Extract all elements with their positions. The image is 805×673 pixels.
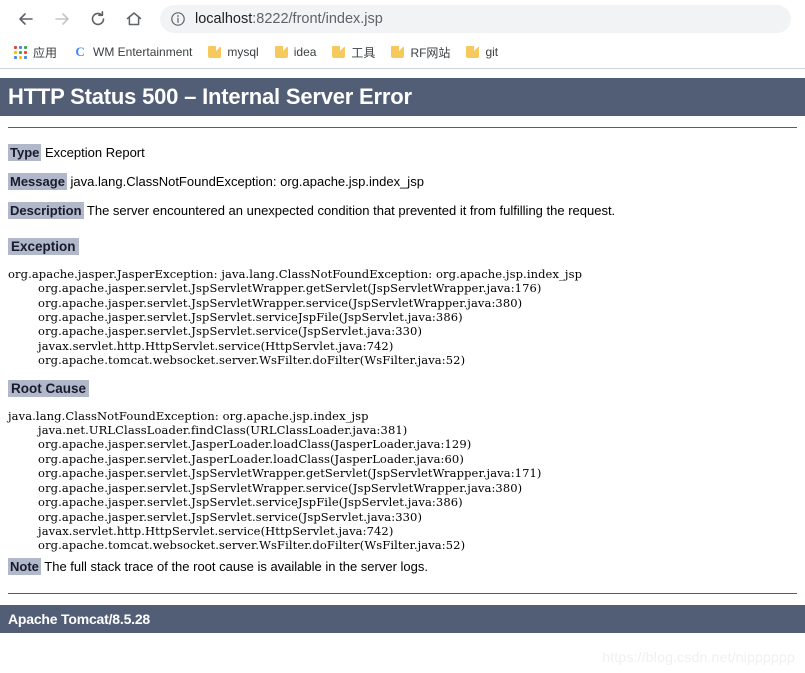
note-row: Note The full stack trace of the root ca… (8, 553, 805, 582)
letter-c-favicon: C (73, 45, 88, 59)
message-value: java.lang.ClassNotFoundException: org.ap… (70, 173, 424, 189)
info-circle-icon[interactable] (170, 11, 186, 27)
url-path: :8222/front/index.jsp (252, 11, 383, 27)
bookmark-tools[interactable]: 工具 (324, 41, 383, 63)
description-value: The server encountered an unexpected con… (86, 202, 616, 218)
reload-icon (88, 9, 108, 29)
root-cause-stack-trace: java.lang.ClassNotFoundException: org.ap… (8, 408, 542, 553)
folder-icon (332, 46, 346, 58)
root-cause-heading: Root Cause (8, 379, 90, 397)
note-value: The full stack trace of the root cause i… (44, 558, 428, 574)
apps-grid-icon (14, 45, 27, 59)
bookmark-apps[interactable]: 应用 (6, 41, 65, 63)
type-row: Type Exception Report (8, 139, 805, 168)
server-version-footer: Apache Tomcat/8.5.28 (0, 604, 805, 633)
bookmark-label: 工具 (351, 45, 376, 60)
browser-toolbar: localhost:8222/front/index.jsp (0, 0, 805, 38)
description-label: Description (8, 201, 84, 219)
home-icon (124, 9, 144, 29)
watermark: https://blog.csdn.net/nipppppp (602, 649, 795, 665)
bookmark-label: 应用 (33, 45, 58, 60)
bookmark-wm-entertainment[interactable]: C WM Entertainment (65, 41, 200, 63)
bookmark-label: RF网站 (410, 45, 451, 60)
bookmark-git[interactable]: git (458, 41, 506, 63)
bookmark-label: git (485, 45, 499, 59)
type-label: Type (8, 144, 42, 161)
bookmark-label: idea (293, 45, 317, 59)
arrow-right-icon (52, 9, 72, 29)
type-value: Exception Report (45, 145, 145, 160)
exception-stack-trace: org.apache.jasper.JasperException: java.… (8, 266, 583, 368)
divider-top (8, 127, 797, 128)
bookmark-rf-site[interactable]: RF网站 (383, 41, 458, 63)
folder-icon (274, 46, 288, 58)
address-bar-url[interactable]: localhost:8222/front/index.jsp (195, 11, 383, 27)
bookmark-label: WM Entertainment (93, 45, 193, 59)
back-button[interactable] (12, 5, 40, 33)
description-row: Description The server encountered an un… (8, 197, 805, 226)
home-button[interactable] (120, 5, 148, 33)
browser-chrome: localhost:8222/front/index.jsp 应用 C WM E… (0, 0, 805, 69)
reload-button[interactable] (84, 5, 112, 33)
bookmark-idea[interactable]: idea (267, 41, 325, 63)
folder-icon (466, 46, 480, 58)
url-host: localhost (195, 11, 253, 27)
message-label: Message (8, 172, 67, 190)
message-row: Message java.lang.ClassNotFoundException… (8, 168, 805, 197)
note-label: Note (8, 557, 41, 575)
folder-icon (391, 46, 405, 58)
bookmark-mysql[interactable]: mysql (200, 41, 266, 63)
folder-icon (208, 46, 222, 58)
bookmarks-bar: 应用 C WM Entertainment mysql idea 工具 RF网站… (0, 38, 805, 68)
divider-bottom (8, 592, 797, 594)
arrow-left-icon (16, 9, 36, 29)
exception-heading: Exception (8, 237, 79, 255)
tomcat-error-page: HTTP Status 500 – Internal Server Error … (0, 78, 805, 633)
page-title: HTTP Status 500 – Internal Server Error (0, 78, 805, 116)
forward-button[interactable] (48, 5, 76, 33)
address-bar[interactable]: localhost:8222/front/index.jsp (160, 5, 791, 33)
bookmark-label: mysql (227, 45, 259, 59)
